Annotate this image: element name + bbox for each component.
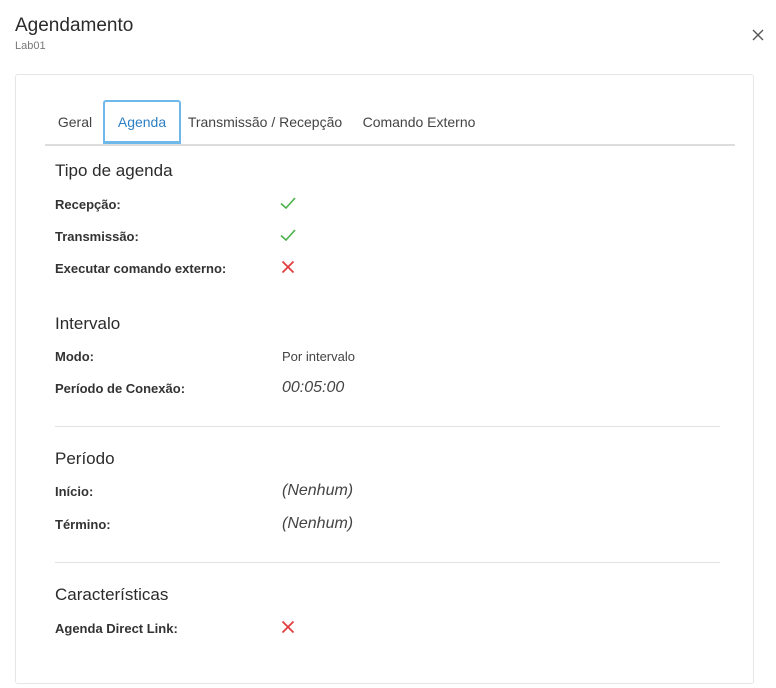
direct-link-label: Agenda Direct Link: — [55, 621, 178, 636]
x-icon — [281, 260, 295, 274]
tab-geral[interactable]: Geral — [45, 100, 105, 144]
termino-value: (Nenhum) — [282, 515, 354, 532]
transmissao-label: Transmissão: — [55, 229, 139, 244]
termino-label: Término: — [55, 517, 111, 532]
close-icon — [752, 29, 764, 41]
page-title: Agendamento — [15, 15, 134, 36]
check-icon — [280, 197, 296, 210]
modo-value: Por intervalo — [282, 349, 355, 364]
periodo-conexao-value: 00:05:00 — [282, 379, 345, 396]
tab-comando-externo[interactable]: Comando Externo — [355, 100, 483, 144]
check-icon — [280, 229, 296, 242]
tab-label: Comando Externo — [362, 114, 476, 130]
tab-bar: Geral Agenda Transmissão / Recepção Coma… — [45, 100, 735, 146]
section-title-tipo-agenda: Tipo de agenda — [55, 161, 173, 180]
inicio-label: Início: — [55, 484, 94, 499]
tab-label: Agenda — [117, 114, 167, 130]
tab-agenda[interactable]: Agenda — [103, 100, 181, 144]
section-divider — [55, 426, 720, 427]
tab-label: Transmissão / Recepção — [187, 114, 343, 130]
inicio-value: (Nenhum) — [282, 482, 354, 499]
executar-comando-label: Executar comando externo: — [55, 261, 227, 276]
close-button[interactable] — [748, 25, 768, 45]
details-card: Geral Agenda Transmissão / Recepção Coma… — [15, 74, 754, 684]
periodo-conexao-label: Período de Conexão: — [55, 381, 186, 396]
section-title-periodo: Período — [55, 449, 115, 468]
recepcao-label: Recepção: — [55, 197, 121, 212]
modo-label: Modo: — [55, 349, 94, 364]
page-subtitle: Lab01 — [15, 40, 46, 52]
tab-label: Geral — [57, 114, 93, 130]
section-divider — [55, 562, 720, 563]
x-icon — [281, 620, 295, 634]
section-title-caracteristicas: Características — [55, 585, 169, 604]
section-title-intervalo: Intervalo — [55, 314, 121, 333]
tab-transmissao-recepcao[interactable]: Transmissão / Recepção — [185, 100, 345, 144]
